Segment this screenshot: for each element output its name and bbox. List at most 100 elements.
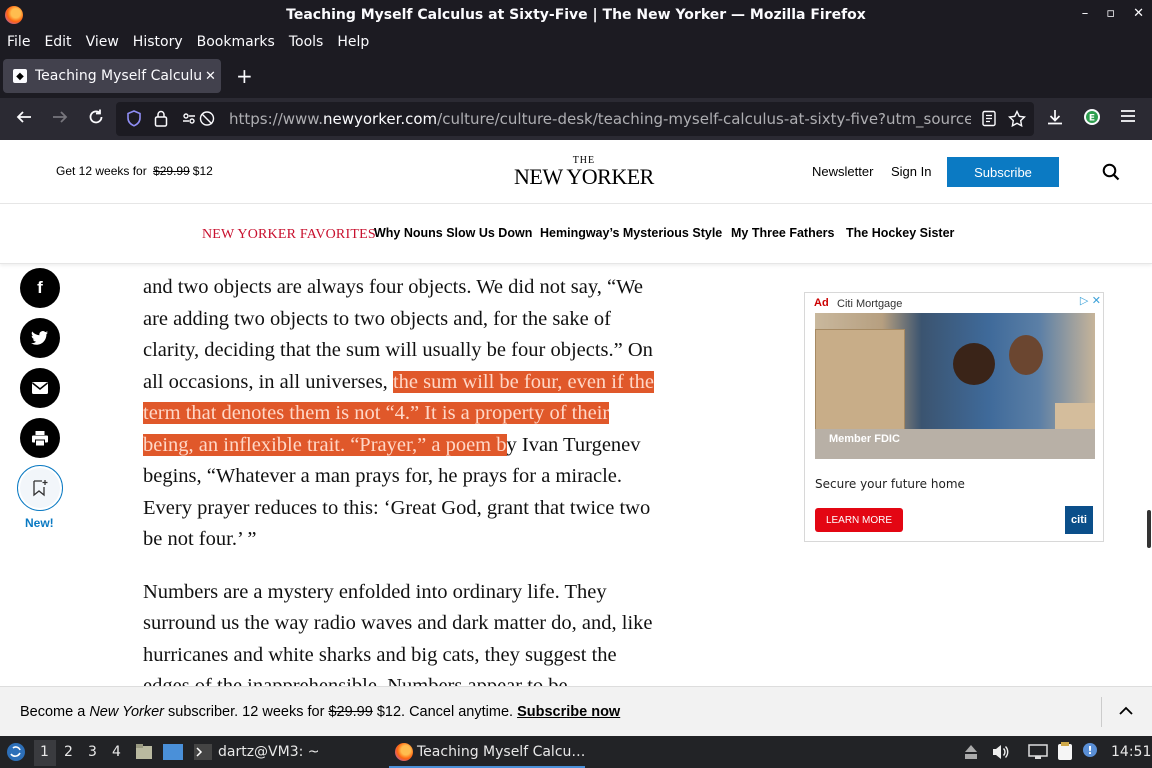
text-selection[interactable]: being, an inflexible trait. “Prayer,” a … <box>143 433 507 456</box>
save-article-button[interactable] <box>17 465 63 511</box>
twitter-icon <box>31 331 48 345</box>
ad-image[interactable]: Member FDIC <box>815 313 1095 459</box>
clipboard-icon[interactable] <box>1056 741 1074 761</box>
url-bar[interactable]: https://www.newyorker.com/culture/cultur… <box>116 102 1034 136</box>
svg-text:!: ! <box>1087 744 1092 757</box>
tab-close-button[interactable]: ✕ <box>205 69 216 84</box>
workspace-2[interactable]: 2 <box>64 744 73 760</box>
page-scrollbar[interactable] <box>1147 510 1151 548</box>
menu-help[interactable]: Help <box>337 34 369 50</box>
tab-active[interactable]: ◆ Teaching Myself Calculus at Sixty-Five… <box>3 59 221 93</box>
firefox-task-icon <box>395 743 413 761</box>
chevron-up-icon[interactable] <box>1118 703 1134 719</box>
browser-task[interactable]: Teaching Myself Calcu… <box>389 736 585 768</box>
favorite-link-nouns[interactable]: Why Nouns Slow Us Down <box>374 226 532 240</box>
favorite-link-hemingway[interactable]: Hemingway’s Mysterious Style <box>540 226 722 240</box>
ad-label: Ad <box>814 297 829 309</box>
menu-view[interactable]: View <box>86 34 119 50</box>
desktop-icon[interactable] <box>163 744 183 760</box>
tab-title: Teaching Myself Calculus at Sixty-Five |… <box>35 68 201 84</box>
new-yorker-logo[interactable]: THE NEW YORKER <box>514 156 654 189</box>
tracking-shield-icon[interactable] <box>126 110 142 131</box>
close-window-button[interactable]: ✕ <box>1133 6 1144 21</box>
start-menu-icon[interactable] <box>6 742 26 762</box>
menu-bar: File Edit View History Bookmarks Tools H… <box>0 30 1152 54</box>
minimize-button[interactable]: – <box>1082 6 1089 21</box>
facebook-icon: f <box>37 278 43 297</box>
menu-bookmarks[interactable]: Bookmarks <box>197 34 275 50</box>
site-header: Get 12 weeks for $29.99 $12 THE NEW YORKE… <box>0 140 1152 204</box>
file-manager-icon[interactable] <box>135 743 153 761</box>
notification-icon[interactable]: ! <box>1082 742 1098 758</box>
article-body: and two objects are always four objects.… <box>143 272 673 686</box>
favorites-bar: NEW YORKER FAVORITES Why Nouns Slow Us D… <box>0 204 1152 264</box>
screen: Teaching Myself Calculus at Sixty-Five |… <box>0 0 1152 768</box>
promo-offer[interactable]: Get 12 weeks for $29.99 $12 <box>56 164 213 178</box>
new-tab-button[interactable]: + <box>236 66 253 86</box>
desktop-taskbar: 1 2 3 4 dartz@VM3: ~ Teaching Myself Cal… <box>0 736 1152 768</box>
workspace-4[interactable]: 4 <box>112 744 121 760</box>
article-paragraph: and two objects are always four objects.… <box>143 276 654 550</box>
share-email-button[interactable] <box>20 368 60 408</box>
ad-copy: Secure your future home <box>815 477 965 491</box>
reader-view-icon[interactable] <box>982 110 996 131</box>
forward-arrow-icon <box>53 111 68 123</box>
email-icon <box>32 382 48 394</box>
window-titlebar: Teaching Myself Calculus at Sixty-Five |… <box>0 0 1152 30</box>
volume-icon[interactable] <box>991 743 1009 761</box>
workspace-3[interactable]: 3 <box>88 744 97 760</box>
share-twitter-button[interactable] <box>20 318 60 358</box>
maximize-button[interactable]: ▫ <box>1106 6 1115 21</box>
ad-choices-icon[interactable]: ▷ ✕ <box>1080 294 1101 307</box>
terminal-task[interactable]: dartz@VM3: ~ <box>218 744 320 760</box>
svg-text:E: E <box>1089 114 1095 124</box>
network-icon[interactable] <box>1028 743 1048 761</box>
ad-advertiser: Citi Mortgage <box>837 298 903 310</box>
share-print-button[interactable] <box>20 418 60 458</box>
banner-text: Become a New Yorker subscriber. 12 weeks… <box>20 704 621 720</box>
bookmark-add-icon <box>33 480 48 497</box>
menu-tools[interactable]: Tools <box>289 34 324 50</box>
citi-logo: citi <box>1065 506 1093 534</box>
subscribe-button[interactable]: Subscribe <box>947 157 1059 187</box>
text-selection[interactable]: the sum will be four, even if the <box>392 370 654 393</box>
print-icon <box>32 430 48 446</box>
bookmark-star-icon[interactable] <box>1007 109 1027 131</box>
newsletter-link[interactable]: Newsletter <box>812 164 873 179</box>
fdic-badge: Member FDIC <box>829 433 900 445</box>
tray-upload-icon[interactable] <box>963 743 979 761</box>
clock: 14:51 <box>1111 744 1152 760</box>
reload-button[interactable] <box>87 108 105 131</box>
navigation-toolbar: https://www.newyorker.com/culture/cultur… <box>0 98 1152 140</box>
app-menu-icon[interactable] <box>1120 108 1136 128</box>
newyorker-favicon-icon: ◆ <box>13 69 27 83</box>
permissions-icon[interactable] <box>182 110 216 131</box>
menu-file[interactable]: File <box>7 34 30 50</box>
back-button[interactable] <box>15 108 33 131</box>
save-new-label: New! <box>25 516 54 530</box>
menu-history[interactable]: History <box>133 34 183 50</box>
search-icon[interactable] <box>1102 163 1120 181</box>
menu-edit[interactable]: Edit <box>44 34 71 50</box>
favorites-label: NEW YORKER FAVORITES <box>202 227 376 242</box>
subscription-banner: Become a New Yorker subscriber. 12 weeks… <box>0 686 1152 736</box>
url-text[interactable]: https://www.newyorker.com/culture/cultur… <box>229 110 971 128</box>
downloads-icon[interactable] <box>1046 108 1064 130</box>
extension-icon[interactable]: E <box>1083 108 1101 130</box>
window-title: Teaching Myself Calculus at Sixty-Five |… <box>286 7 866 23</box>
subscribe-now-link[interactable]: Subscribe now <box>517 704 620 720</box>
favorite-link-fathers[interactable]: My Three Fathers <box>731 226 835 240</box>
lock-icon[interactable] <box>154 110 168 131</box>
advertisement[interactable]: Ad Citi Mortgage ▷ ✕ Member FDIC Secure … <box>804 292 1104 542</box>
article-paragraph: Numbers are a mystery enfolded into ordi… <box>143 580 653 687</box>
forward-button[interactable] <box>51 108 69 131</box>
text-selection[interactable]: term that denotes them is not “4.” It is… <box>143 402 610 424</box>
sign-in-link[interactable]: Sign In <box>891 164 931 179</box>
learn-more-button[interactable]: LEARN MORE <box>815 508 903 532</box>
window-controls: – ▫ ✕ <box>1082 6 1144 21</box>
share-facebook-button[interactable]: f <box>20 268 60 308</box>
workspace-1[interactable]: 1 <box>40 744 49 760</box>
reload-icon <box>89 109 103 124</box>
favorite-link-hockey[interactable]: The Hockey Sister <box>846 226 954 240</box>
terminal-icon <box>194 744 212 760</box>
